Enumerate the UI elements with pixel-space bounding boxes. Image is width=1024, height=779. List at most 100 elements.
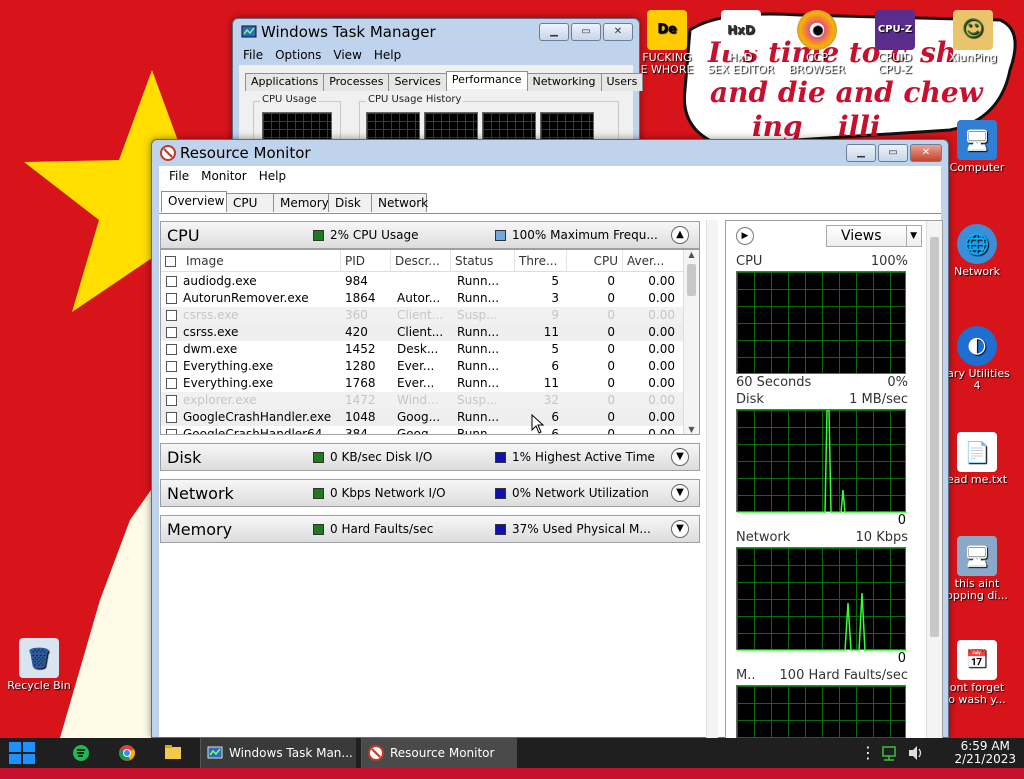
left-pane-scrollbar[interactable] [706,220,718,765]
memory-section-header[interactable]: Memory 0 Hard Faults/sec 37% Used Physic… [160,515,700,543]
network-section-header[interactable]: Network 0 Kbps Network I/O 0% Network Ut… [160,479,700,507]
table-row[interactable]: dwm.exe 1452 Desk... Runn... 5 0 0.00 [161,341,685,358]
desktop-icon-reminder[interactable]: 📅 ont forget o wash y... [940,640,1014,706]
menu-file[interactable]: File [237,45,269,65]
expand-chevron-down-icon[interactable]: ▼ [671,448,689,466]
close-button[interactable]: ✕ [910,144,942,162]
desktop-icon-cpuz[interactable]: CPU-Z CPUID CPU-Z [858,10,932,76]
menu-file[interactable]: File [163,166,195,186]
taskbar-pinned-explorer[interactable] [162,738,188,768]
minimize-button[interactable]: ▁ [539,23,569,41]
taskbar-pinned-app[interactable] [70,738,96,768]
maximize-button[interactable]: ▭ [878,144,908,162]
tab-services[interactable]: Services [388,73,447,91]
desktop-icon-hxd[interactable]: HxD HxD SEX EDITOR [704,10,778,76]
desktop-icon-ccp-browser[interactable]: ● CCP BROWSER [780,10,854,76]
column-threads[interactable]: Thre... [515,250,567,272]
table-row[interactable]: csrss.exe 360 Client... Susp... 9 0 0.00 [161,307,685,324]
row-checkbox[interactable] [166,412,177,423]
resource-monitor-titlebar[interactable]: Resource Monitor ▁ ▭ ✕ [152,140,948,166]
select-all-checkbox[interactable] [165,256,176,267]
row-checkbox[interactable] [166,395,177,406]
tab-networking[interactable]: Networking [526,73,602,91]
table-row[interactable]: csrss.exe 420 Client... Runn... 11 0 0.00 [161,324,685,341]
cpu-section-header[interactable]: CPU 2% CPU Usage 100% Maximum Frequ... ▲ [160,221,700,249]
tab-processes[interactable]: Processes [323,73,390,91]
maximize-button[interactable]: ▭ [571,23,601,41]
desktop-icon-shortcut[interactable]: 🖥 this aint opping di... [940,536,1014,602]
menu-help[interactable]: Help [368,45,407,65]
tab-network[interactable]: Network [371,193,428,212]
column-average-cpu[interactable]: Aver... [623,250,685,272]
tray-volume[interactable] [906,738,928,768]
collapse-panel-arrow-icon[interactable]: ▶ [736,227,754,245]
tab-cpu[interactable]: CPU [226,193,274,212]
section-title: Disk [167,448,202,467]
scroll-thumb[interactable] [687,264,696,296]
scroll-down-arrow-icon[interactable]: ▼ [684,425,699,434]
desktop-icon-network[interactable]: 🌐 Network [940,224,1014,278]
tab-disk[interactable]: Disk [328,193,372,212]
disk-section-header[interactable]: Disk 0 KB/sec Disk I/O 1% Highest Active… [160,443,700,471]
row-checkbox[interactable] [166,378,177,389]
expand-chevron-down-icon[interactable]: ▼ [671,484,689,502]
menu-monitor[interactable]: Monitor [195,166,253,186]
taskbar-clock[interactable]: 6:59 AM 2/21/2023 [954,740,1016,766]
row-checkbox[interactable] [166,276,177,287]
tab-memory[interactable]: Memory [273,193,329,212]
column-cpu[interactable]: CPU [567,250,623,272]
tab-users[interactable]: Users [600,73,644,91]
tab-overview[interactable]: Overview [161,191,227,212]
network-globe-icon: 🌐 [957,224,997,264]
collapse-chevron-up-icon[interactable]: ▲ [671,226,689,244]
taskbar-resource-monitor[interactable]: Resource Monitor [361,738,517,768]
close-button[interactable]: ✕ [603,23,633,41]
menu-help[interactable]: Help [253,166,292,186]
tray-overflow-icon[interactable]: ⋮ [860,738,876,768]
column-status[interactable]: Status [451,250,515,272]
taskbar-pinned-browser[interactable] [116,738,142,768]
desktop-icon-xiunping[interactable]: ☺ XiunPing [936,10,1010,64]
column-image[interactable]: Image [161,250,341,272]
column-pid[interactable]: PID [341,250,391,272]
expand-chevron-down-icon[interactable]: ▼ [671,520,689,538]
desktop-icon-readme[interactable]: 📄 ead me.txt [940,432,1014,486]
desktop-icon-computer[interactable]: 🖥 Computer [940,120,1014,174]
views-dropdown[interactable]: Views ▼ [826,225,922,247]
row-checkbox[interactable] [166,344,177,355]
user-folder-icon: ☺ [953,10,993,50]
menu-options[interactable]: Options [269,45,327,65]
table-row[interactable]: Everything.exe 1280 Ever... Runn... 6 0 0.00 [161,358,685,375]
menu-view[interactable]: View [327,45,367,65]
vertical-scrollbar[interactable]: ▲ ▼ [683,250,699,434]
minimize-button[interactable]: ▁ [846,144,876,162]
cell-avg: 0.00 [648,393,675,407]
row-checkbox[interactable] [166,310,177,321]
table-row[interactable]: Everything.exe 1768 Ever... Runn... 11 0 0.00 [161,375,685,392]
scroll-up-arrow-icon[interactable]: ▲ [684,250,699,259]
start-button[interactable] [6,738,46,768]
desktop-icon-recycle-bin[interactable]: 🗑 Recycle Bin [2,638,76,692]
task-manager-window[interactable]: Windows Task Manager ▁ ▭ ✕ File Options … [232,18,644,162]
tab-performance[interactable]: Performance [445,71,528,89]
table-row[interactable]: AutorunRemover.exe 1864 Autor... Runn... 3 0 0… [161,290,685,307]
tray-network[interactable] [880,738,902,768]
taskbar-task-manager[interactable]: Windows Task Man... [200,738,356,768]
graph-panel-scrollbar[interactable] [926,221,942,764]
table-row[interactable]: GoogleCrashHandler64... 384 Goog... Runn...… [161,426,685,434]
row-checkbox[interactable] [166,429,177,434]
table-row[interactable]: GoogleCrashHandler.exe 1048 Goog... Runn...… [161,409,685,426]
column-description[interactable]: Descr... [391,250,451,272]
resource-monitor-title: Resource Monitor [180,144,311,162]
desktop-icon-de[interactable]: De FUCKING E WHORE [630,10,704,76]
row-checkbox[interactable] [166,293,177,304]
resource-monitor-window[interactable]: Resource Monitor ▁ ▭ ✕ File Monitor Help… [151,139,949,765]
desktop-icon-utilities[interactable]: ◐ lary Utilities 4 [940,326,1014,392]
table-row[interactable]: audiodg.exe 984 Runn... 5 0 0.00 [161,273,685,290]
task-manager-titlebar[interactable]: Windows Task Manager ▁ ▭ ✕ [233,19,639,45]
row-checkbox[interactable] [166,327,177,338]
tab-applications[interactable]: Applications [245,73,325,91]
table-row[interactable]: explorer.exe 1472 Wind... Susp... 32 0 0.00 [161,392,685,409]
row-checkbox[interactable] [166,361,177,372]
scroll-thumb[interactable] [930,237,939,637]
